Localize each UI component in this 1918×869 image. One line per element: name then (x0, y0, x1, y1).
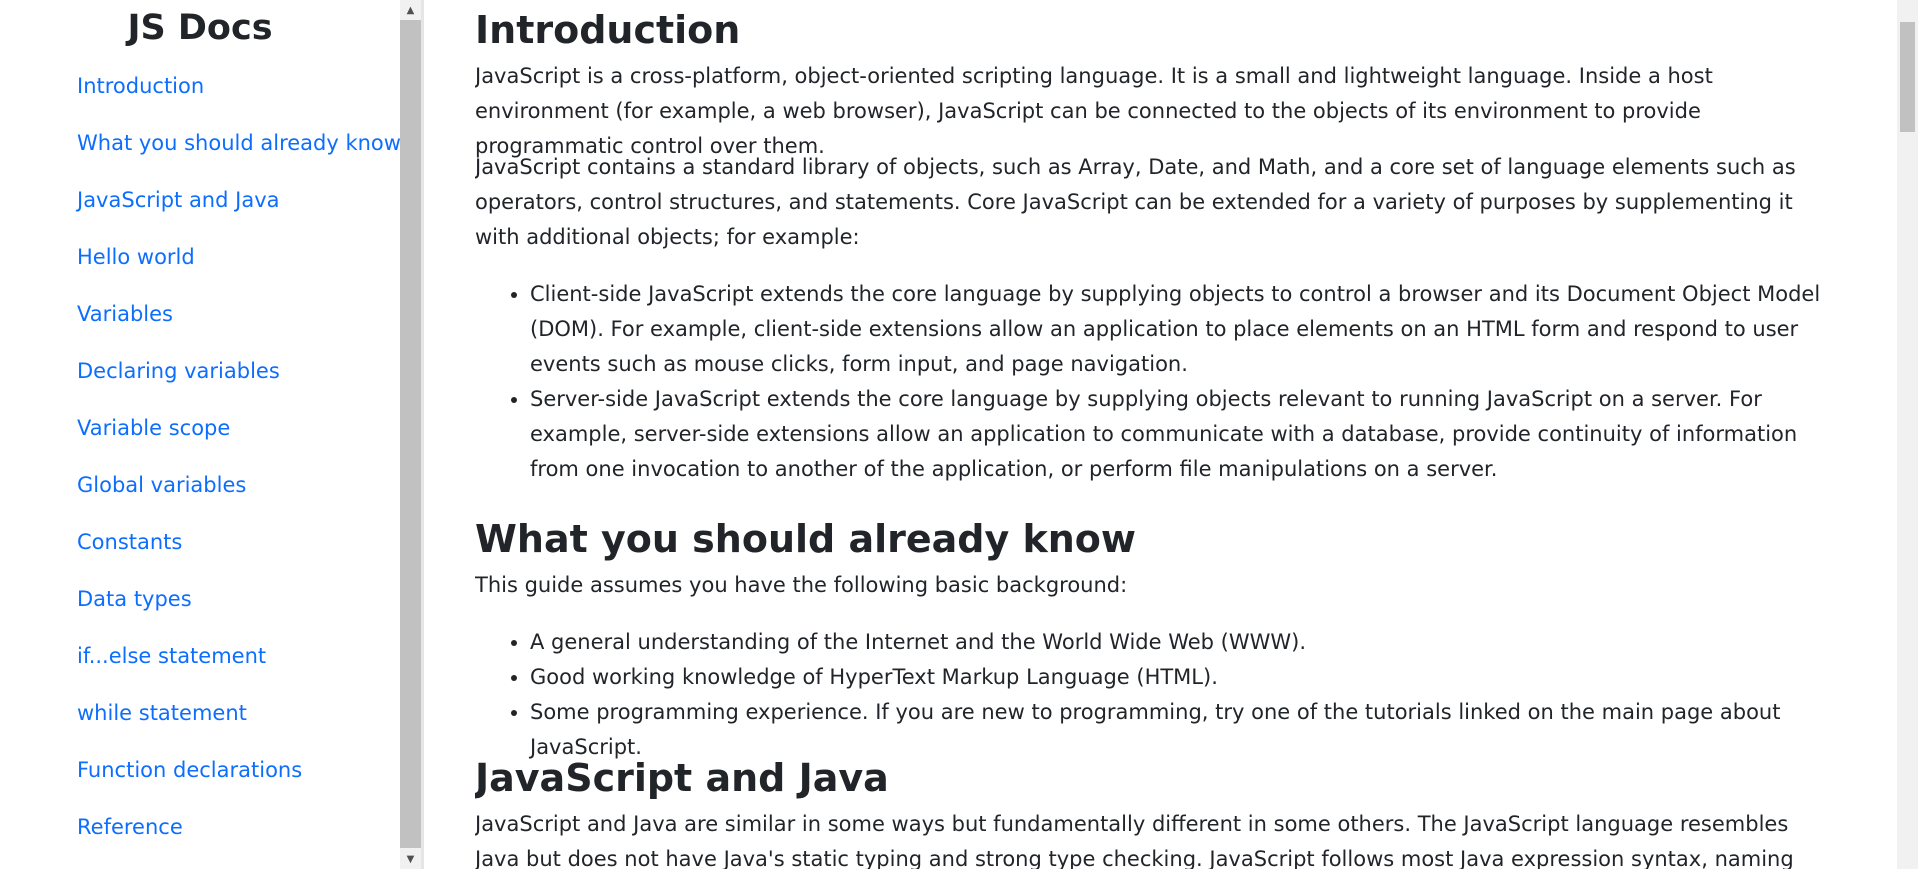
sidebar-item-data-types[interactable]: Data types (77, 587, 192, 611)
paragraph: This guide assumes you have the followin… (475, 573, 1128, 597)
list-item: A general understanding of the Internet … (530, 625, 1825, 660)
paragraph: JavaScript is a cross-platform, object-o… (475, 64, 1713, 158)
sidebar-item-hello-world[interactable]: Hello world (77, 245, 195, 269)
section-heading-what-you-should-already-know: What you should already know (475, 517, 1137, 561)
bullet-list: Client-side JavaScript extends the core … (530, 277, 1825, 487)
section-heading-introduction: Introduction (475, 8, 741, 52)
sidebar-scrollbar[interactable]: ▲ ▼ (400, 0, 421, 869)
page-scrollbar[interactable] (1897, 0, 1918, 869)
sidebar-item-javascript-and-java[interactable]: JavaScript and Java (77, 188, 279, 212)
scroll-up-arrow-icon[interactable]: ▲ (400, 0, 421, 20)
sidebar-item-function-declarations[interactable]: Function declarations (77, 758, 302, 782)
sidebar-nav: JS Docs Introduction What you should alr… (0, 0, 400, 869)
list-item: Good working knowledge of HyperText Mark… (530, 660, 1825, 695)
sidebar-item-what-you-should-already-know[interactable]: What you should already know (77, 131, 400, 155)
sidebar-item-reference[interactable]: Reference (77, 815, 183, 839)
list-item: Server-side JavaScript extends the core … (530, 382, 1825, 487)
scroll-down-arrow-icon[interactable]: ▼ (400, 849, 421, 869)
sidebar-title: JS Docs (127, 8, 273, 48)
paragraph: JavaScript and Java are similar in some … (475, 812, 1794, 869)
sidebar-item-while-statement[interactable]: while statement (77, 701, 247, 725)
docs-page: JS Docs Introduction What you should alr… (0, 0, 1918, 869)
sidebar-item-variables[interactable]: Variables (77, 302, 173, 326)
list-item: Client-side JavaScript extends the core … (530, 277, 1825, 382)
sidebar-item-variable-scope[interactable]: Variable scope (77, 416, 230, 440)
sidebar-item-introduction[interactable]: Introduction (77, 74, 204, 98)
list-item: Some programming experience. If you are … (530, 695, 1825, 765)
sidebar-scroll-thumb[interactable] (400, 20, 421, 848)
page-scroll-thumb[interactable] (1900, 22, 1915, 132)
bullet-list: A general understanding of the Internet … (530, 625, 1825, 765)
sidebar-item-global-variables[interactable]: Global variables (77, 473, 246, 497)
sidebar-item-declaring-variables[interactable]: Declaring variables (77, 359, 280, 383)
section-heading-javascript-and-java: JavaScript and Java (475, 756, 889, 800)
paragraph: JavaScript contains a standard library o… (475, 155, 1796, 249)
sidebar-item-constants[interactable]: Constants (77, 530, 182, 554)
main-content: Introduction JavaScript is a cross-platf… (475, 0, 1825, 869)
sidebar-divider (421, 0, 424, 869)
sidebar-item-if-else-statement[interactable]: if...else statement (77, 644, 266, 668)
